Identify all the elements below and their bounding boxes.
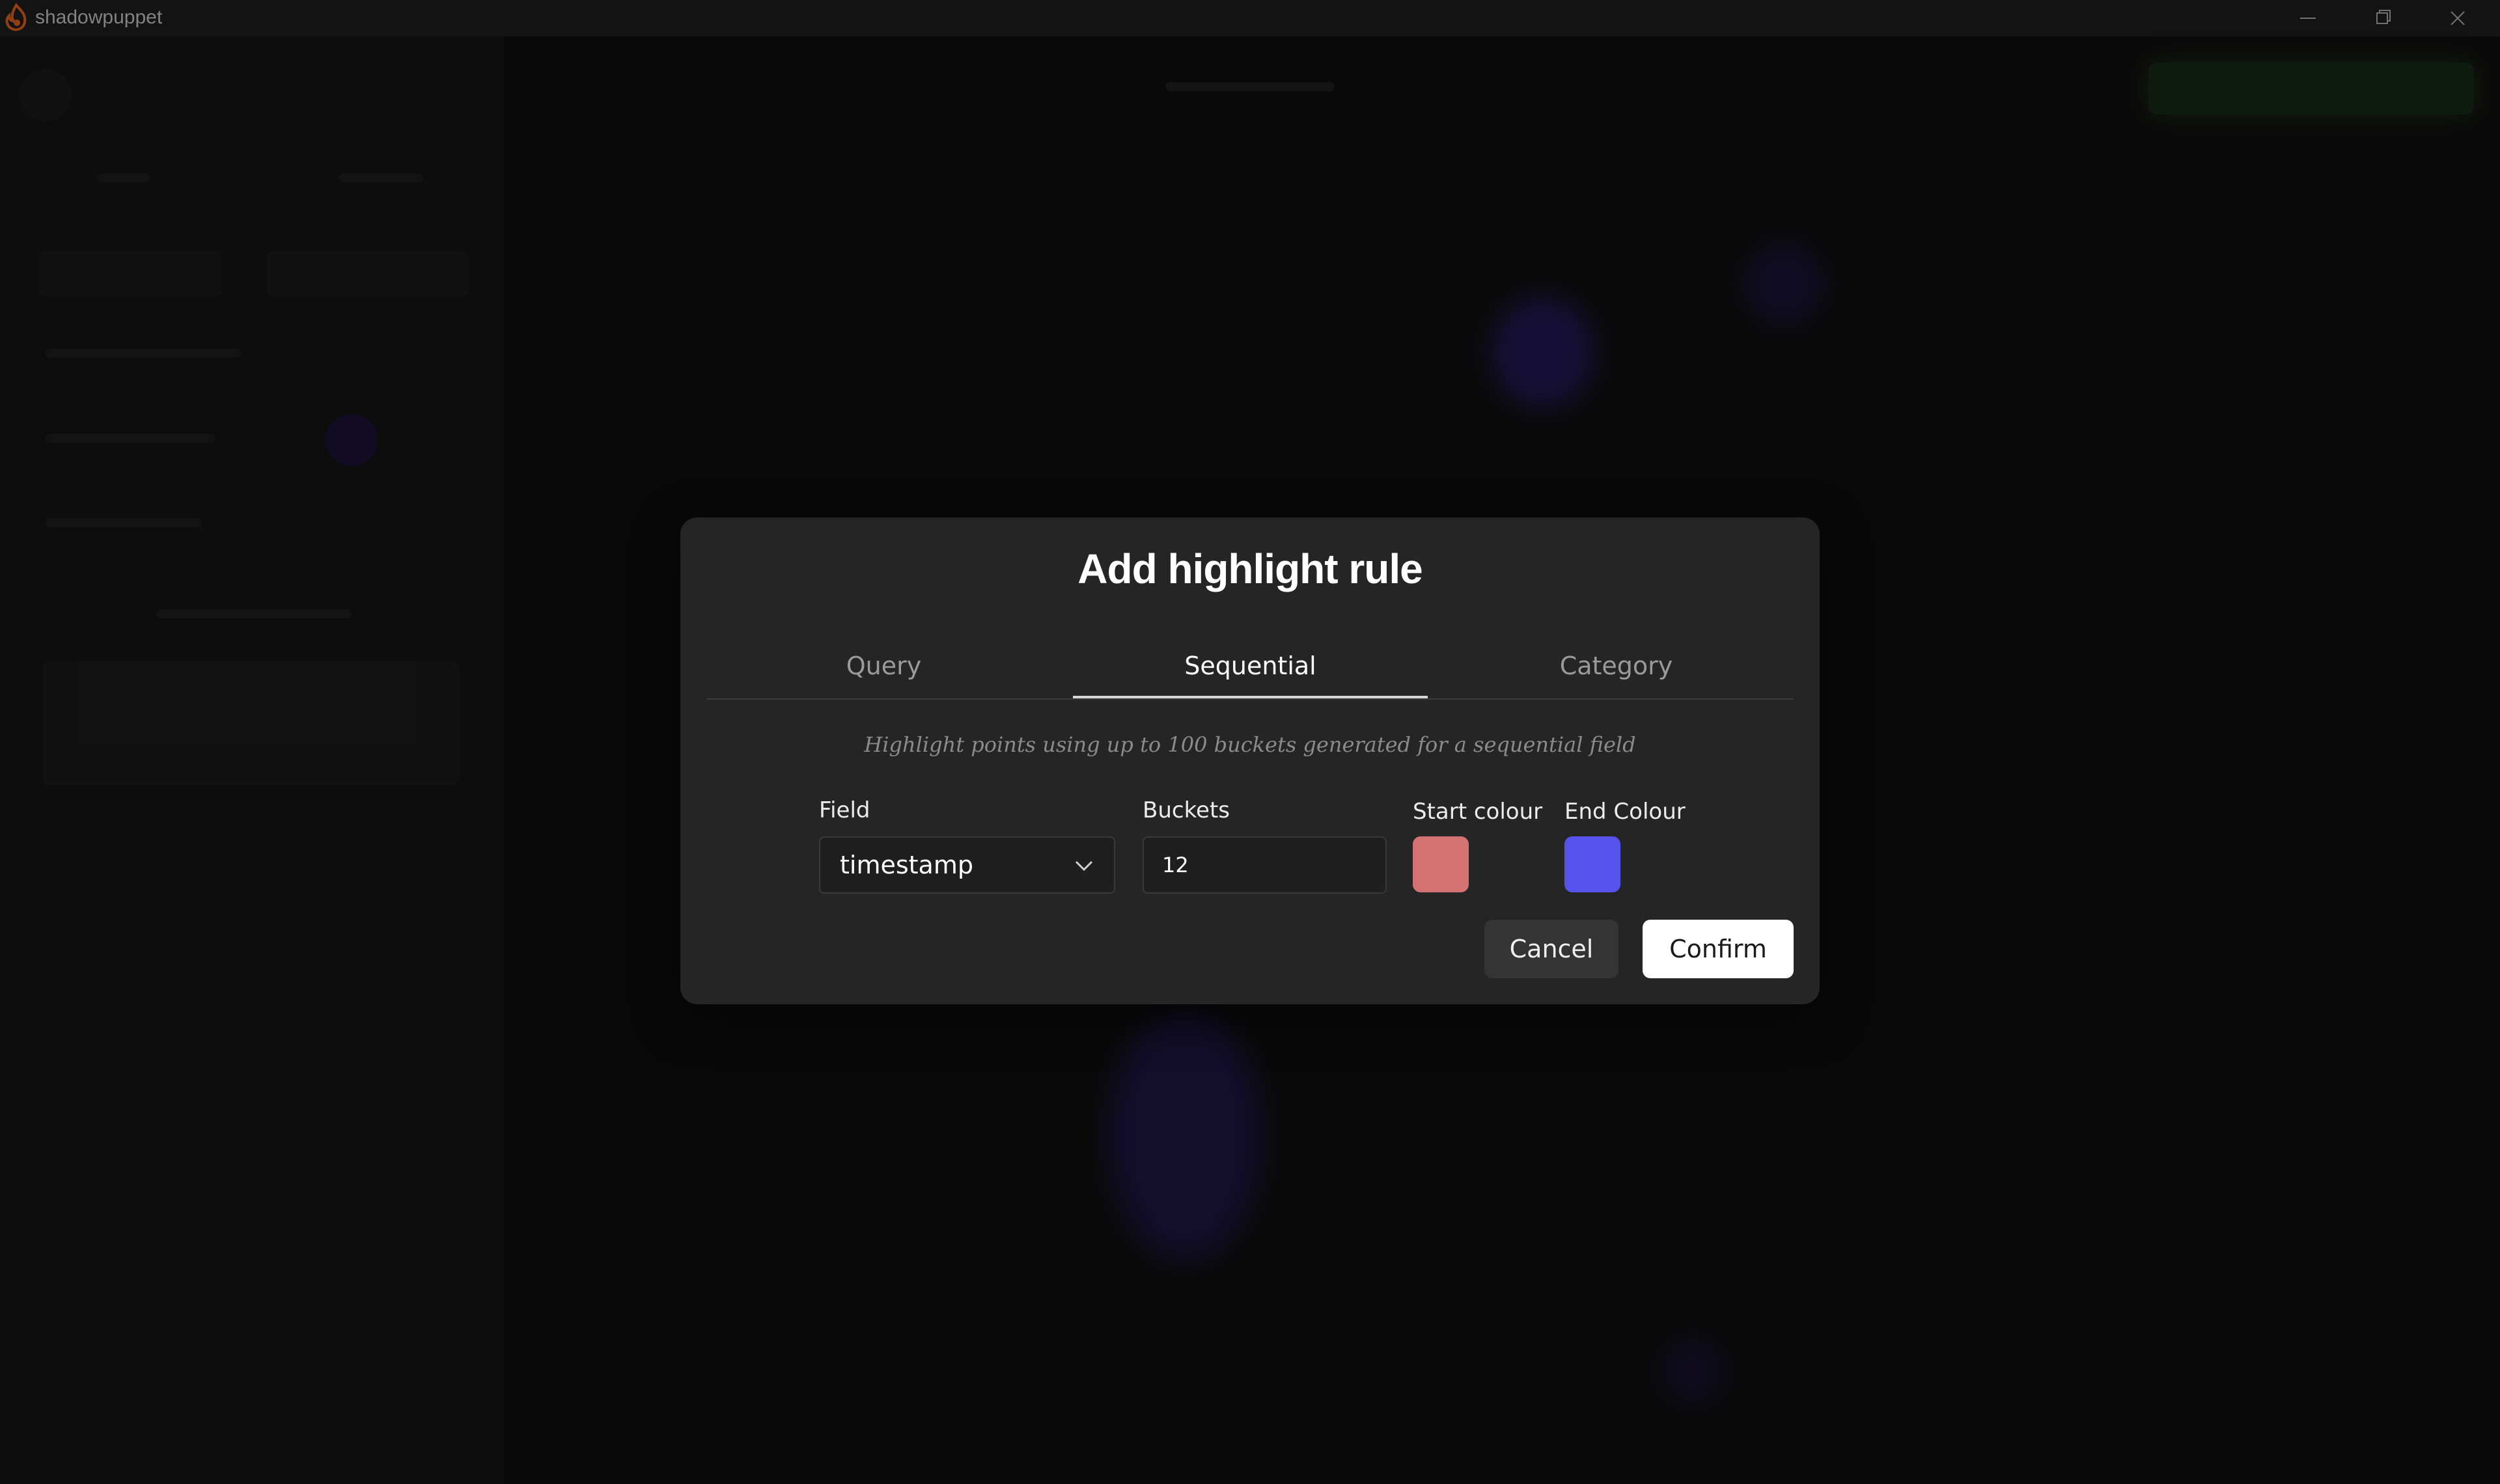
field-label: Field — [819, 797, 870, 823]
start-colour-label: Start colour — [1413, 799, 1543, 825]
rule-type-tabs: Query Sequential Category — [706, 635, 1794, 700]
start-colour-swatch[interactable] — [1413, 836, 1469, 892]
cancel-button[interactable]: Cancel — [1484, 920, 1618, 978]
chevron-down-icon — [1075, 860, 1093, 872]
confirm-button[interactable]: Confirm — [1643, 920, 1794, 978]
end-colour-swatch[interactable] — [1564, 836, 1620, 892]
dialog-title: Add highlight rule — [1077, 545, 1423, 592]
field-select[interactable]: timestamp — [819, 836, 1115, 894]
end-colour-label: End Colour — [1564, 799, 1686, 825]
tab-description: Highlight points using up to 100 buckets… — [864, 732, 1636, 757]
app-window: shadowpuppet Add highlight rule Query Se… — [0, 0, 2500, 1484]
add-highlight-rule-dialog: Add highlight rule Query Sequential Cate… — [680, 517, 1820, 1004]
buckets-input[interactable] — [1143, 836, 1387, 894]
tab-sequential[interactable]: Sequential — [1073, 635, 1428, 698]
tab-category[interactable]: Category — [1439, 635, 1794, 698]
field-select-value: timestamp — [840, 851, 973, 879]
buckets-label: Buckets — [1143, 797, 1230, 823]
tab-query[interactable]: Query — [706, 635, 1061, 698]
